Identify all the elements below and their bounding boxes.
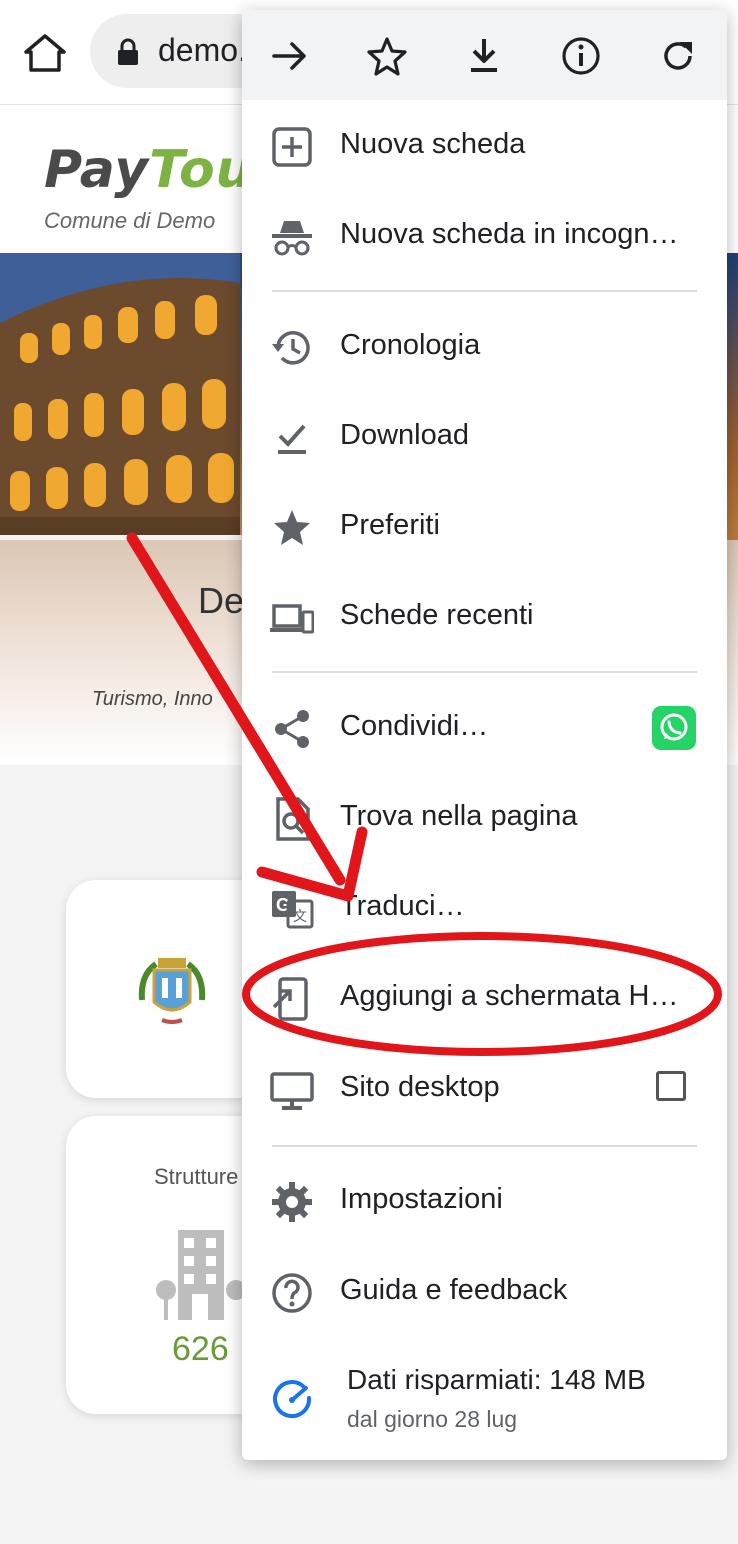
menu-item-translate[interactable]: G 文 Traduci… xyxy=(242,864,727,954)
home-icon[interactable] xyxy=(22,30,68,76)
data-saver-title: Dati risparmiati: 148 MB xyxy=(347,1364,646,1395)
overflow-menu: Nuova scheda Nuova scheda in incogn… Cro… xyxy=(242,10,727,1460)
menu-item-recent-tabs[interactable]: Schede recenti xyxy=(242,573,727,663)
star-icon xyxy=(274,510,310,545)
menu-toolbar xyxy=(242,10,727,100)
menu-item-label: Impostazioni xyxy=(340,1183,503,1215)
menu-item-data-saver[interactable]: Dati risparmiati: 148 MB dal giorno 28 l… xyxy=(242,1348,727,1448)
menu-item-label: Preferiti xyxy=(340,509,440,541)
site-logo[interactable]: PayTou xyxy=(44,140,254,200)
menu-item-label: Download xyxy=(340,419,469,451)
accommodation-count: 626 xyxy=(172,1330,229,1368)
menu-item-label: Nuova scheda in incogn… xyxy=(340,218,679,250)
menu-item-label: Traduci… xyxy=(340,890,465,922)
whatsapp-icon[interactable] xyxy=(652,706,696,750)
data-saver-subtitle: dal giorno 28 lug xyxy=(347,1406,518,1432)
svg-text:文: 文 xyxy=(293,909,307,925)
help-icon xyxy=(272,1273,312,1313)
menu-item-label: Aggiungi a schermata H… xyxy=(340,980,679,1012)
menu-item-label: Sito desktop xyxy=(340,1071,500,1103)
menu-item-settings[interactable]: Impostazioni xyxy=(242,1157,727,1247)
download-check-icon xyxy=(278,424,306,454)
menu-item-downloads[interactable]: Download xyxy=(242,393,727,483)
menu-item-new-tab[interactable]: Nuova scheda xyxy=(242,102,727,192)
menu-item-label: Guida e feedback xyxy=(340,1274,568,1306)
menu-item-label: Trova nella pagina xyxy=(340,800,578,832)
menu-item-label: Schede recenti xyxy=(340,599,534,631)
history-icon xyxy=(272,331,310,365)
speedometer-icon xyxy=(273,1380,312,1419)
menu-item-share[interactable]: Condividi… xyxy=(242,684,727,774)
address-bar-url[interactable]: demo. xyxy=(158,32,247,69)
add-to-home-icon xyxy=(272,977,308,1021)
menu-item-add-to-home-screen[interactable]: Aggiungi a schermata H… xyxy=(242,954,727,1044)
devices-icon xyxy=(270,604,314,634)
incognito-icon xyxy=(272,221,312,256)
hero-subtitle: Turismo, Inno xyxy=(92,688,213,710)
download-icon[interactable] xyxy=(460,34,508,78)
menu-divider xyxy=(272,290,697,292)
hero-title: De xyxy=(198,580,245,621)
desktop-icon xyxy=(270,1072,314,1110)
colosseum-image xyxy=(0,253,240,535)
site-logo-subtitle: Comune di Demo xyxy=(44,208,216,233)
menu-item-incognito[interactable]: Nuova scheda in incogn… xyxy=(242,192,727,282)
menu-item-desktop-site[interactable]: Sito desktop xyxy=(242,1045,727,1135)
menu-divider xyxy=(272,671,697,673)
translate-icon: G 文 xyxy=(272,891,314,929)
reload-icon[interactable] xyxy=(654,34,702,78)
menu-item-label: Condividi… xyxy=(340,710,489,742)
forward-icon[interactable] xyxy=(266,34,314,78)
accommodation-card-label: Strutture xyxy=(154,1164,239,1189)
find-in-page-icon xyxy=(276,797,310,841)
desktop-site-checkbox[interactable] xyxy=(656,1071,686,1101)
menu-item-history[interactable]: Cronologia xyxy=(242,303,727,393)
menu-item-label: Nuova scheda xyxy=(340,128,526,160)
lock-icon xyxy=(118,38,138,65)
gear-icon xyxy=(272,1182,312,1222)
menu-item-find-in-page[interactable]: Trova nella pagina xyxy=(242,774,727,864)
building-icon xyxy=(156,1230,244,1320)
menu-item-bookmarks[interactable]: Preferiti xyxy=(242,483,727,573)
info-icon[interactable] xyxy=(557,34,605,78)
coat-of-arms-icon xyxy=(138,958,206,1024)
share-icon xyxy=(275,710,309,748)
menu-item-label: Cronologia xyxy=(340,329,481,361)
menu-item-help[interactable]: Guida e feedback xyxy=(242,1248,727,1338)
new-tab-icon xyxy=(272,127,312,167)
menu-divider xyxy=(272,1145,697,1147)
bookmark-star-icon[interactable] xyxy=(363,34,411,78)
